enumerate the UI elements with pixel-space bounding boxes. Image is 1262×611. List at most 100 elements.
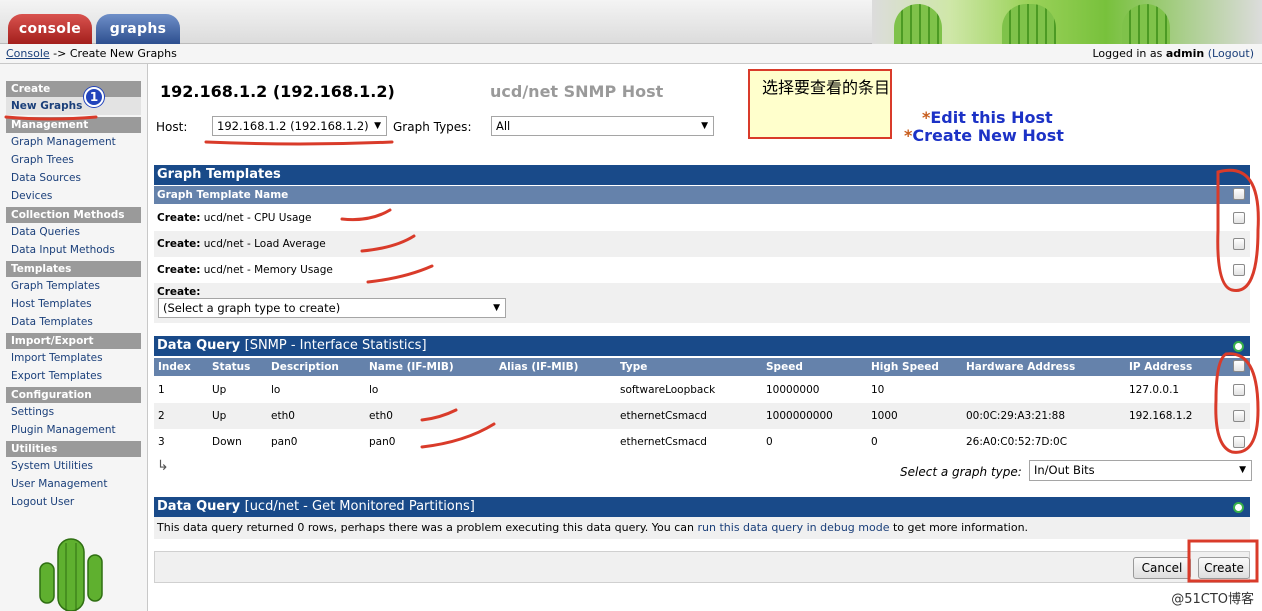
sidebar-item-settings[interactable]: Settings: [6, 403, 141, 421]
chevron-down-icon: ▼: [493, 303, 500, 313]
create-prefix: Create:: [157, 238, 201, 250]
graph-types-select[interactable]: All ▼: [491, 116, 714, 136]
arrow-corner-icon: ↳: [157, 458, 169, 474]
create-prefix: Create:: [157, 264, 201, 276]
host-select[interactable]: 192.168.1.2 (192.168.1.2) ▼: [212, 116, 387, 136]
annotation-note: 选择要查看的条目: [748, 69, 892, 139]
interface-name: pan0: [369, 436, 396, 448]
dq-column-alias: Alias (IF-MIB): [499, 361, 579, 373]
tab-graphs[interactable]: graphs: [96, 14, 180, 44]
graph-template-name: ucd/net - Memory Usage: [203, 264, 333, 276]
interface-row: 2 Up eth0 eth0 ethernetCsmacd 1000000000 1000 0…: [154, 403, 1250, 429]
dq-column-high-speed: High Speed: [871, 361, 939, 373]
select-all-templates-checkbox[interactable]: [1233, 188, 1245, 200]
interface-checkbox[interactable]: [1233, 436, 1245, 448]
interface-type: softwareLoopback: [620, 384, 716, 396]
interface-index: 1: [158, 384, 165, 396]
cactus-logo-image: [39, 538, 103, 611]
sidebar: Create New Graphs Management Graph Manageme…: [0, 64, 148, 611]
graph-template-checkbox[interactable]: [1233, 238, 1245, 250]
interface-ip: 192.168.1.2: [1129, 410, 1193, 422]
breadcrumb-console-link[interactable]: Console: [6, 47, 50, 60]
partitions-message: This data query returned 0 rows, perhaps…: [154, 517, 1250, 539]
dq-column-ip: IP Address: [1129, 361, 1193, 373]
sidebar-item-logout-user[interactable]: Logout User: [6, 493, 141, 511]
sidebar-item-graph-management[interactable]: Graph Management: [6, 133, 141, 151]
data-query-title: Data Query: [157, 338, 241, 353]
interface-high-speed: 10: [871, 384, 885, 396]
sidebar-heading: Configuration: [6, 387, 141, 403]
graph-template-row: Create: ucd/net - Memory Usage: [154, 257, 1250, 283]
edit-host-link[interactable]: *Edit this Host: [922, 108, 1053, 127]
dq-column-speed: Speed: [766, 361, 803, 373]
sidebar-item-data-queries[interactable]: Data Queries: [6, 223, 141, 241]
interface-name: eth0: [369, 410, 393, 422]
tab-console[interactable]: console: [8, 14, 92, 44]
sidebar-item-data-templates[interactable]: Data Templates: [6, 313, 141, 331]
breadcrumb-separator: ->: [53, 47, 67, 60]
interface-speed: 0: [766, 436, 773, 448]
interface-speed: 10000000: [766, 384, 820, 396]
graph-type-select-value: (Select a graph type to create): [163, 301, 341, 315]
interface-checkbox[interactable]: [1233, 410, 1245, 422]
sidebar-item-user-management[interactable]: User Management: [6, 475, 141, 493]
sidebar-heading: Management: [6, 117, 141, 133]
interface-index: 2: [158, 410, 165, 422]
interface-description: pan0: [271, 436, 298, 448]
data-query-header: Data Query [SNMP - Interface Statistics]: [154, 336, 1250, 356]
sidebar-item-devices[interactable]: Devices: [6, 187, 141, 205]
sidebar-item-host-templates[interactable]: Host Templates: [6, 295, 141, 313]
edit-host-label: Edit this Host: [930, 108, 1053, 127]
sidebar-item-data-input-methods[interactable]: Data Input Methods: [6, 241, 141, 259]
interface-hw: 00:0C:29:A3:21:88: [966, 410, 1066, 422]
create-host-label: Create New Host: [912, 126, 1064, 145]
partitions-message-text: This data query returned 0 rows, perhaps…: [157, 521, 698, 534]
sidebar-item-data-sources[interactable]: Data Sources: [6, 169, 141, 187]
sidebar-item-system-utilities[interactable]: System Utilities: [6, 457, 141, 475]
select-all-interfaces-checkbox[interactable]: [1233, 360, 1245, 372]
data-query-column-header: Index Status Description Name (IF-MIB) Alias…: [154, 358, 1250, 376]
host-type: ucd/net SNMP Host: [490, 82, 664, 101]
step-badge: 1: [84, 87, 104, 107]
cancel-button[interactable]: Cancel: [1133, 557, 1191, 579]
data-query-subtitle: [SNMP - Interface Statistics]: [244, 338, 427, 353]
graph-template-checkbox[interactable]: [1233, 212, 1245, 224]
sidebar-item-plugin-management[interactable]: Plugin Management: [6, 421, 141, 439]
create-graph-type-row: Create: (Select a graph type to create) …: [154, 283, 1250, 323]
sidebar-item-graph-trees[interactable]: Graph Trees: [6, 151, 141, 169]
graph-template-name-column: Graph Template Name: [157, 189, 289, 201]
sidebar-heading: Import/Export: [6, 333, 141, 349]
sidebar-heading: Collection Methods: [6, 207, 141, 223]
login-prefix: Logged in as: [1092, 47, 1163, 60]
sidebar-item-import-templates[interactable]: Import Templates: [6, 349, 141, 367]
interface-status: Up: [212, 384, 227, 396]
create-host-link[interactable]: *Create New Host: [904, 126, 1064, 145]
form-footer: Cancel Create: [154, 551, 1250, 583]
partitions-message-tail: to get more information.: [889, 521, 1029, 534]
cactus-banner-image: [872, 0, 1262, 46]
interface-row: 3 Down pan0 pan0 ethernetCsmacd 0 0 26:A0:C0:52…: [154, 429, 1250, 455]
create-button[interactable]: Create: [1198, 557, 1250, 579]
partitions-query-subtitle: [ucd/net - Get Monitored Partitions]: [244, 499, 475, 514]
debug-mode-link[interactable]: run this data query in debug mode: [698, 521, 890, 534]
select-graph-type-dropdown[interactable]: In/Out Bits ▼: [1029, 460, 1252, 481]
sidebar-item-export-templates[interactable]: Export Templates: [6, 367, 141, 385]
interface-name: lo: [369, 384, 379, 396]
sidebar-item-graph-templates[interactable]: Graph Templates: [6, 277, 141, 295]
interface-hw: 26:A0:C0:52:7D:0C: [966, 436, 1068, 448]
status-ok-icon: [1233, 341, 1244, 352]
interface-status: Down: [212, 436, 242, 448]
dq-column-index: Index: [158, 361, 191, 373]
graph-template-checkbox[interactable]: [1233, 264, 1245, 276]
logout-link[interactable]: (Logout): [1208, 47, 1254, 60]
graph-types-label: Graph Types:: [393, 120, 472, 134]
dq-column-hw: Hardware Address: [966, 361, 1076, 373]
sidebar-item-new-graphs[interactable]: New Graphs: [6, 97, 141, 115]
interface-status: Up: [212, 410, 227, 422]
graph-template-row: Create: ucd/net - Load Average: [154, 231, 1250, 257]
graph-type-select[interactable]: (Select a graph type to create) ▼: [158, 298, 506, 318]
interface-checkbox[interactable]: [1233, 384, 1245, 396]
graph-template-name: ucd/net - Load Average: [203, 238, 326, 250]
host-select-value: 192.168.1.2 (192.168.1.2): [217, 119, 369, 133]
create-prefix: Create:: [157, 212, 201, 224]
